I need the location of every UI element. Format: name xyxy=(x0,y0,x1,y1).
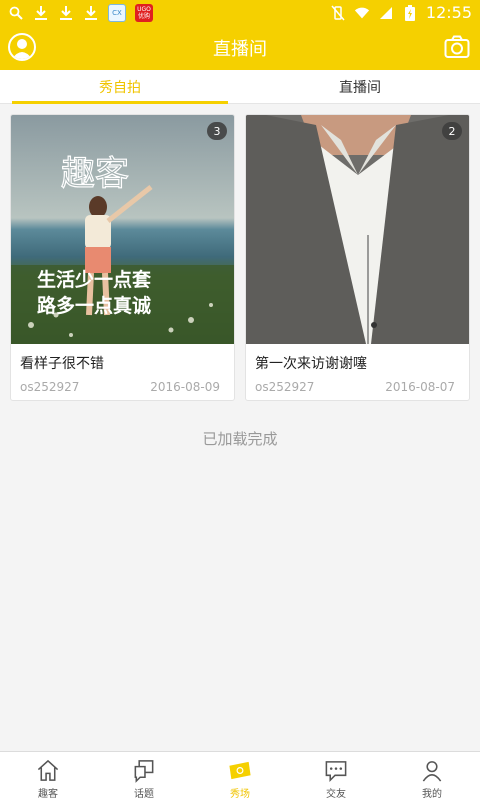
ticket-icon xyxy=(229,761,251,780)
nav-item-mine[interactable]: 我的 xyxy=(384,752,480,800)
clock: 12:55 xyxy=(425,3,472,22)
nav-item-home[interactable]: 趣客 xyxy=(0,752,96,800)
post-image: 2 xyxy=(246,115,469,344)
topic-icon xyxy=(134,760,154,783)
post-author: os252927 xyxy=(20,380,80,394)
tab-bar: 秀自拍 直播间 xyxy=(0,70,480,104)
chat-icon xyxy=(325,761,347,782)
app-icon: CX xyxy=(108,3,126,22)
nav-label: 趣客 xyxy=(38,789,58,800)
load-complete-text: 已加载完成 xyxy=(202,430,278,448)
nav-item-show[interactable]: 秀场 xyxy=(192,752,288,800)
nav-label: 话题 xyxy=(134,789,154,800)
image-caption-top: 趣客 xyxy=(61,154,129,194)
nav-label: 交友 xyxy=(326,789,346,800)
wifi-icon xyxy=(354,5,370,21)
battery-icon xyxy=(402,4,418,21)
home-icon xyxy=(37,759,59,781)
status-bar: CX UGO 优购 12:55 xyxy=(0,0,480,25)
image-caption-line1: 生活少一点套 xyxy=(37,268,152,291)
post-grid: 趣客 生活少一点套 路多一点真诚 3 看样子很不错 os252927 2016-… xyxy=(10,114,470,401)
nav-label: 秀场 xyxy=(230,789,250,800)
tab-selfie[interactable]: 秀自拍 xyxy=(0,70,240,104)
page-title: 直播间 xyxy=(213,38,267,60)
app-header: 直播间 xyxy=(0,25,480,70)
post-title: 第一次来访谢谢噻 xyxy=(255,356,367,372)
person-icon xyxy=(422,761,442,782)
profile-icon[interactable] xyxy=(8,33,36,61)
nav-item-topic[interactable]: 话题 xyxy=(96,752,192,800)
vibrate-off-icon xyxy=(330,5,346,21)
photo-count-badge: 3 xyxy=(207,122,227,140)
post-date: 2016-08-09 xyxy=(150,380,220,394)
post-date: 2016-08-07 xyxy=(385,380,455,394)
post-title: 看样子很不错 xyxy=(20,356,104,372)
app-icon: UGO 优购 xyxy=(135,3,153,22)
camera-icon[interactable] xyxy=(444,35,470,59)
download-icon xyxy=(83,5,99,21)
post-author: os252927 xyxy=(255,380,315,394)
signal-icon xyxy=(378,5,394,21)
image-caption-line2: 路多一点真诚 xyxy=(37,294,151,317)
download-icon xyxy=(33,5,49,21)
nav-item-friends[interactable]: 交友 xyxy=(288,752,384,800)
post-card[interactable]: 趣客 生活少一点套 路多一点真诚 3 看样子很不错 os252927 2016-… xyxy=(10,114,235,401)
post-image: 趣客 生活少一点套 路多一点真诚 3 xyxy=(11,115,234,344)
bottom-nav: 趣客 话题 秀场 交友 我的 xyxy=(0,751,480,800)
download-icon xyxy=(58,5,74,21)
nav-label: 我的 xyxy=(422,789,442,800)
search-icon xyxy=(8,5,24,21)
post-card[interactable]: 2 第一次来访谢谢噻 os252927 2016-08-07 xyxy=(245,114,470,401)
tab-live-room[interactable]: 直播间 xyxy=(240,70,480,103)
photo-count-badge: 2 xyxy=(442,122,462,140)
